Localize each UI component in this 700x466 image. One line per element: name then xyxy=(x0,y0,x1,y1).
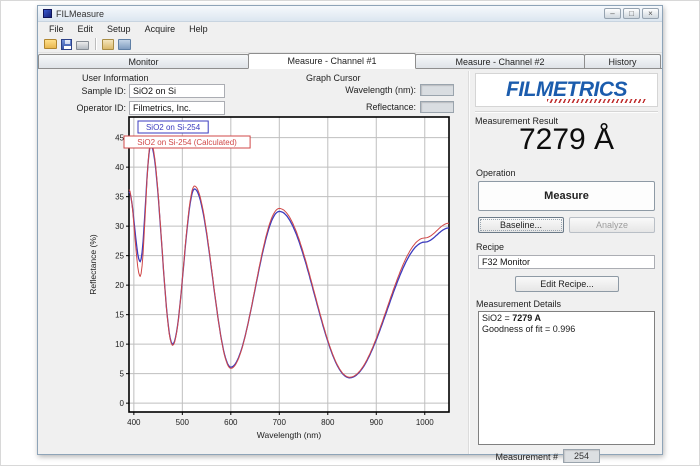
measurement-result-value: 7279 Å xyxy=(475,123,658,157)
svg-text:5: 5 xyxy=(120,370,125,379)
menu-item-acquire[interactable]: Acquire xyxy=(138,23,183,35)
svg-text:1000: 1000 xyxy=(416,418,434,427)
toolbar xyxy=(38,36,662,53)
user-information-title: User Information xyxy=(82,73,149,83)
toolbar-separator xyxy=(95,38,96,50)
measurement-number-value: 254 xyxy=(563,449,600,463)
svg-text:800: 800 xyxy=(321,418,335,427)
svg-text:400: 400 xyxy=(127,418,141,427)
measure-button[interactable]: Measure xyxy=(478,181,655,211)
capture-icon[interactable] xyxy=(118,39,131,50)
measure-channel-1-page: User Information Sample ID: Operator ID:… xyxy=(38,71,662,454)
details-line-2: Goodness of fit = 0.996 xyxy=(482,324,651,335)
maximize-button[interactable]: □ xyxy=(623,8,640,19)
tab-monitor[interactable]: Monitor xyxy=(38,54,249,68)
separator-line xyxy=(475,111,658,113)
window-title: FILMeasure xyxy=(56,9,602,19)
print-icon[interactable] xyxy=(76,41,89,50)
sample-id-label: Sample ID: xyxy=(64,86,126,96)
measurement-details-box: SiO2 = 7279 A Goodness of fit = 0.996 xyxy=(478,311,655,445)
save-icon[interactable] xyxy=(61,39,72,50)
details-line-1: SiO2 = 7279 A xyxy=(482,313,651,324)
menu-item-setup[interactable]: Setup xyxy=(100,23,138,35)
recipe-title: Recipe xyxy=(476,242,504,252)
filmetrics-logo: FILMETRICS xyxy=(475,73,658,107)
filmetrics-logo-hatch xyxy=(547,99,647,103)
svg-text:45: 45 xyxy=(115,134,124,143)
tab-measure-channel-2[interactable]: Measure - Channel #2 xyxy=(415,54,585,68)
tab-strip: Monitor Measure - Channel #1 Measure - C… xyxy=(38,53,662,69)
settings-icon[interactable] xyxy=(102,39,114,50)
svg-text:600: 600 xyxy=(224,418,238,427)
sample-id-input[interactable] xyxy=(129,84,225,98)
menu-item-help[interactable]: Help xyxy=(182,23,215,35)
tab-measure-channel-1[interactable]: Measure - Channel #1 xyxy=(248,53,416,69)
menu-item-file[interactable]: File xyxy=(42,23,71,35)
recipe-input[interactable] xyxy=(478,255,655,269)
graph-cursor-title: Graph Cursor xyxy=(306,73,361,83)
measurement-number-label: Measurement # xyxy=(438,452,558,462)
svg-text:35: 35 xyxy=(115,193,124,202)
svg-text:0: 0 xyxy=(120,399,125,408)
svg-text:SiO2 on Si-254 (Calculated): SiO2 on Si-254 (Calculated) xyxy=(137,138,237,147)
app-window: FILMeasure – □ × File Edit Setup Acquire… xyxy=(37,5,663,455)
svg-text:900: 900 xyxy=(370,418,384,427)
reflectance-chart[interactable]: 0 5 10 15 20 25 30 35 40 45 400 500 600 700 800 900 1000… xyxy=(86,109,470,453)
svg-text:40: 40 xyxy=(115,163,124,172)
close-button[interactable]: × xyxy=(642,8,659,19)
svg-text:Reflectance (%): Reflectance (%) xyxy=(88,234,98,295)
menu-item-edit[interactable]: Edit xyxy=(71,23,101,35)
svg-text:700: 700 xyxy=(273,418,287,427)
svg-text:500: 500 xyxy=(176,418,190,427)
cursor-wavelength-readout xyxy=(420,84,454,96)
open-icon[interactable] xyxy=(44,39,57,49)
minimize-button[interactable]: – xyxy=(604,8,621,19)
svg-text:SiO2 on Si-254: SiO2 on Si-254 xyxy=(146,123,201,132)
pane-separator xyxy=(468,71,469,454)
operation-title: Operation xyxy=(476,168,516,178)
baseline-button[interactable]: Baseline... xyxy=(478,217,564,233)
svg-text:20: 20 xyxy=(115,281,124,290)
cursor-wavelength-label: Wavelength (nm): xyxy=(326,85,416,95)
menu-bar: File Edit Setup Acquire Help xyxy=(38,22,662,36)
svg-text:25: 25 xyxy=(115,252,124,261)
measurement-details-title: Measurement Details xyxy=(476,299,561,309)
analyze-button[interactable]: Analyze xyxy=(569,217,655,233)
tab-history[interactable]: History xyxy=(584,54,661,68)
svg-text:30: 30 xyxy=(115,222,124,231)
app-icon xyxy=(43,9,52,18)
svg-text:15: 15 xyxy=(115,311,124,320)
svg-text:Wavelength (nm): Wavelength (nm) xyxy=(257,430,322,440)
edit-recipe-button[interactable]: Edit Recipe... xyxy=(515,276,619,292)
title-bar: FILMeasure – □ × xyxy=(38,6,662,22)
svg-text:10: 10 xyxy=(115,340,124,349)
